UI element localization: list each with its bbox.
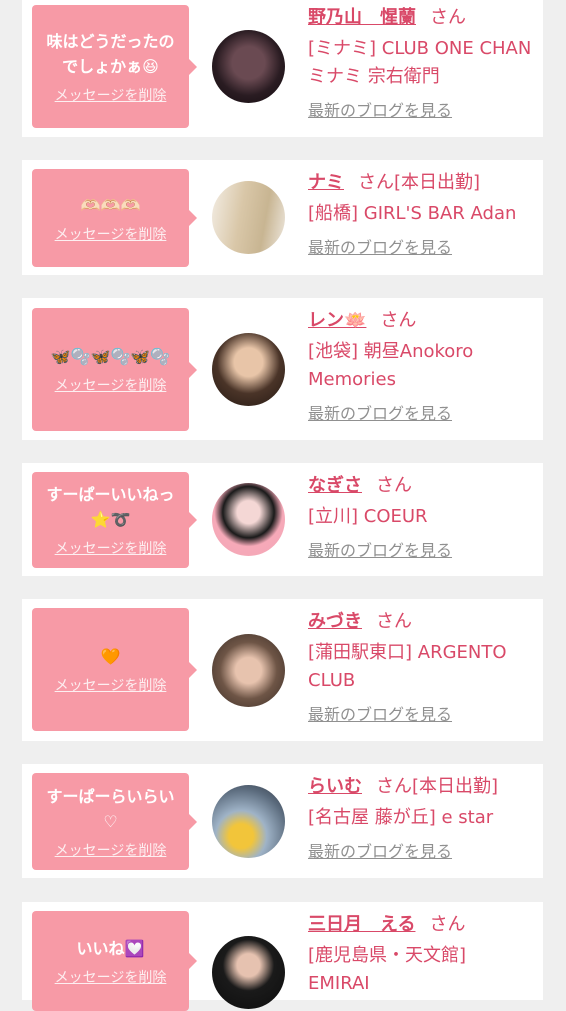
delete-message-link[interactable]: メッセージを削除 (55, 538, 167, 558)
girl-name-link[interactable]: らいむ (308, 776, 362, 797)
message-text: すーぱーいいねっ ⭐️➰ (46, 485, 175, 529)
message-text: いいね💟 (76, 938, 145, 958)
shop-info: [蒲田駅東口] ARGENTO CLUB (308, 642, 507, 691)
avatar[interactable] (212, 785, 285, 858)
shop-info: [鹿児島県・天文館] EMIRAI (308, 945, 467, 994)
shop-info: [名古屋 藤が丘] e star (308, 807, 494, 828)
list-item: 🫶🏻🫶🏻🫶🏻 メッセージを削除 ナミ さん[本日出勤] [船橋] GIRL'S B… (22, 160, 543, 275)
message-bubble: 🧡 メッセージを削除 (32, 608, 197, 731)
list-item: すーぱーらいらい ♡ メッセージを削除 らいむ さん[本日出勤] [名古屋 藤が丘… (22, 764, 543, 878)
girl-name-link[interactable]: みづき (308, 611, 362, 632)
girl-name-link[interactable]: なぎさ (308, 475, 362, 496)
avatar[interactable] (212, 936, 285, 1009)
girl-name-link[interactable]: ナミ (308, 172, 344, 193)
list-item: 🦋🫧🦋🫧🦋🫧 メッセージを削除 レン🪷 さん [池袋] 朝昼Anokoro Mem… (22, 298, 543, 440)
latest-blog-link[interactable]: 最新のブログを見る (308, 537, 533, 561)
latest-blog-link[interactable]: 最新のブログを見る (308, 838, 533, 862)
list-item: 🧡 メッセージを削除 みづき さん [蒲田駅東口] ARGENTO CLUB 最新… (22, 599, 543, 741)
shop-info: [船橋] GIRL'S BAR Adan (308, 203, 517, 224)
on-duty-badge: [本日出勤] (394, 172, 481, 193)
message-bubble: すーぱーいいねっ ⭐️➰ メッセージを削除 (32, 472, 197, 568)
shop-info: [ミナミ] CLUB ONE CHAN ミナミ 宗右衛門 (308, 38, 532, 87)
delete-message-link[interactable]: メッセージを削除 (55, 675, 167, 695)
latest-blog-link[interactable]: 最新のブログを見る (308, 400, 533, 424)
shop-info: [立川] COEUR (308, 506, 428, 527)
honorific: さん (376, 475, 412, 496)
delete-message-link[interactable]: メッセージを削除 (55, 840, 167, 860)
honorific: さん (429, 914, 466, 935)
avatar[interactable] (212, 634, 285, 707)
delete-message-link[interactable]: メッセージを削除 (55, 85, 167, 105)
list-item: 味はどうだったの でしょかぁ😆 メッセージを削除 野乃山 惺蘭 さん [ミナミ] … (22, 0, 543, 137)
girl-name-link[interactable]: 野乃山 惺蘭 (308, 7, 416, 28)
message-text: 🦋🫧🦋🫧🦋🫧 (50, 347, 171, 366)
list-item: すーぱーいいねっ ⭐️➰ メッセージを削除 なぎさ さん [立川] COEUR 最… (22, 463, 543, 576)
avatar[interactable] (212, 181, 285, 254)
honorific: さん (430, 7, 466, 28)
latest-blog-link[interactable]: 最新のブログを見る (308, 701, 533, 725)
latest-blog-link[interactable]: 最新のブログを見る (308, 97, 533, 121)
message-bubble: すーぱーらいらい ♡ メッセージを削除 (32, 773, 197, 870)
honorific: さん (376, 611, 412, 632)
honorific: さん (376, 776, 412, 797)
honorific: さん (380, 310, 417, 331)
honorific: さん (358, 172, 394, 193)
message-bubble: 味はどうだったの でしょかぁ😆 メッセージを削除 (32, 5, 197, 128)
message-text: 🧡 (100, 647, 121, 666)
delete-message-link[interactable]: メッセージを削除 (55, 967, 167, 987)
message-bubble: いいね💟 メッセージを削除 (32, 911, 197, 1011)
girl-name-link[interactable]: 三日月 える (308, 914, 415, 935)
avatar[interactable] (212, 333, 285, 406)
avatar[interactable] (212, 483, 285, 556)
avatar[interactable] (212, 30, 285, 103)
message-bubble: 🦋🫧🦋🫧🦋🫧 メッセージを削除 (32, 308, 197, 431)
girl-name-link[interactable]: レン🪷 (308, 310, 366, 331)
message-text: 🫶🏻🫶🏻🫶🏻 (80, 195, 141, 215)
latest-blog-link[interactable]: 最新のブログを見る (308, 234, 533, 258)
delete-message-link[interactable]: メッセージを削除 (55, 375, 167, 395)
on-duty-badge: [本日出勤] (412, 776, 499, 797)
shop-info: [池袋] 朝昼Anokoro Memories (308, 341, 474, 390)
list-item: いいね💟 メッセージを削除 三日月 える さん [鹿児島県・天文館] EMIRAI (22, 902, 543, 1011)
message-text: 味はどうだったの でしょかぁ😆 (46, 31, 175, 76)
delete-message-link[interactable]: メッセージを削除 (55, 224, 167, 244)
message-bubble: 🫶🏻🫶🏻🫶🏻 メッセージを削除 (32, 169, 197, 267)
message-text: すーぱーらいらい ♡ (46, 786, 175, 831)
